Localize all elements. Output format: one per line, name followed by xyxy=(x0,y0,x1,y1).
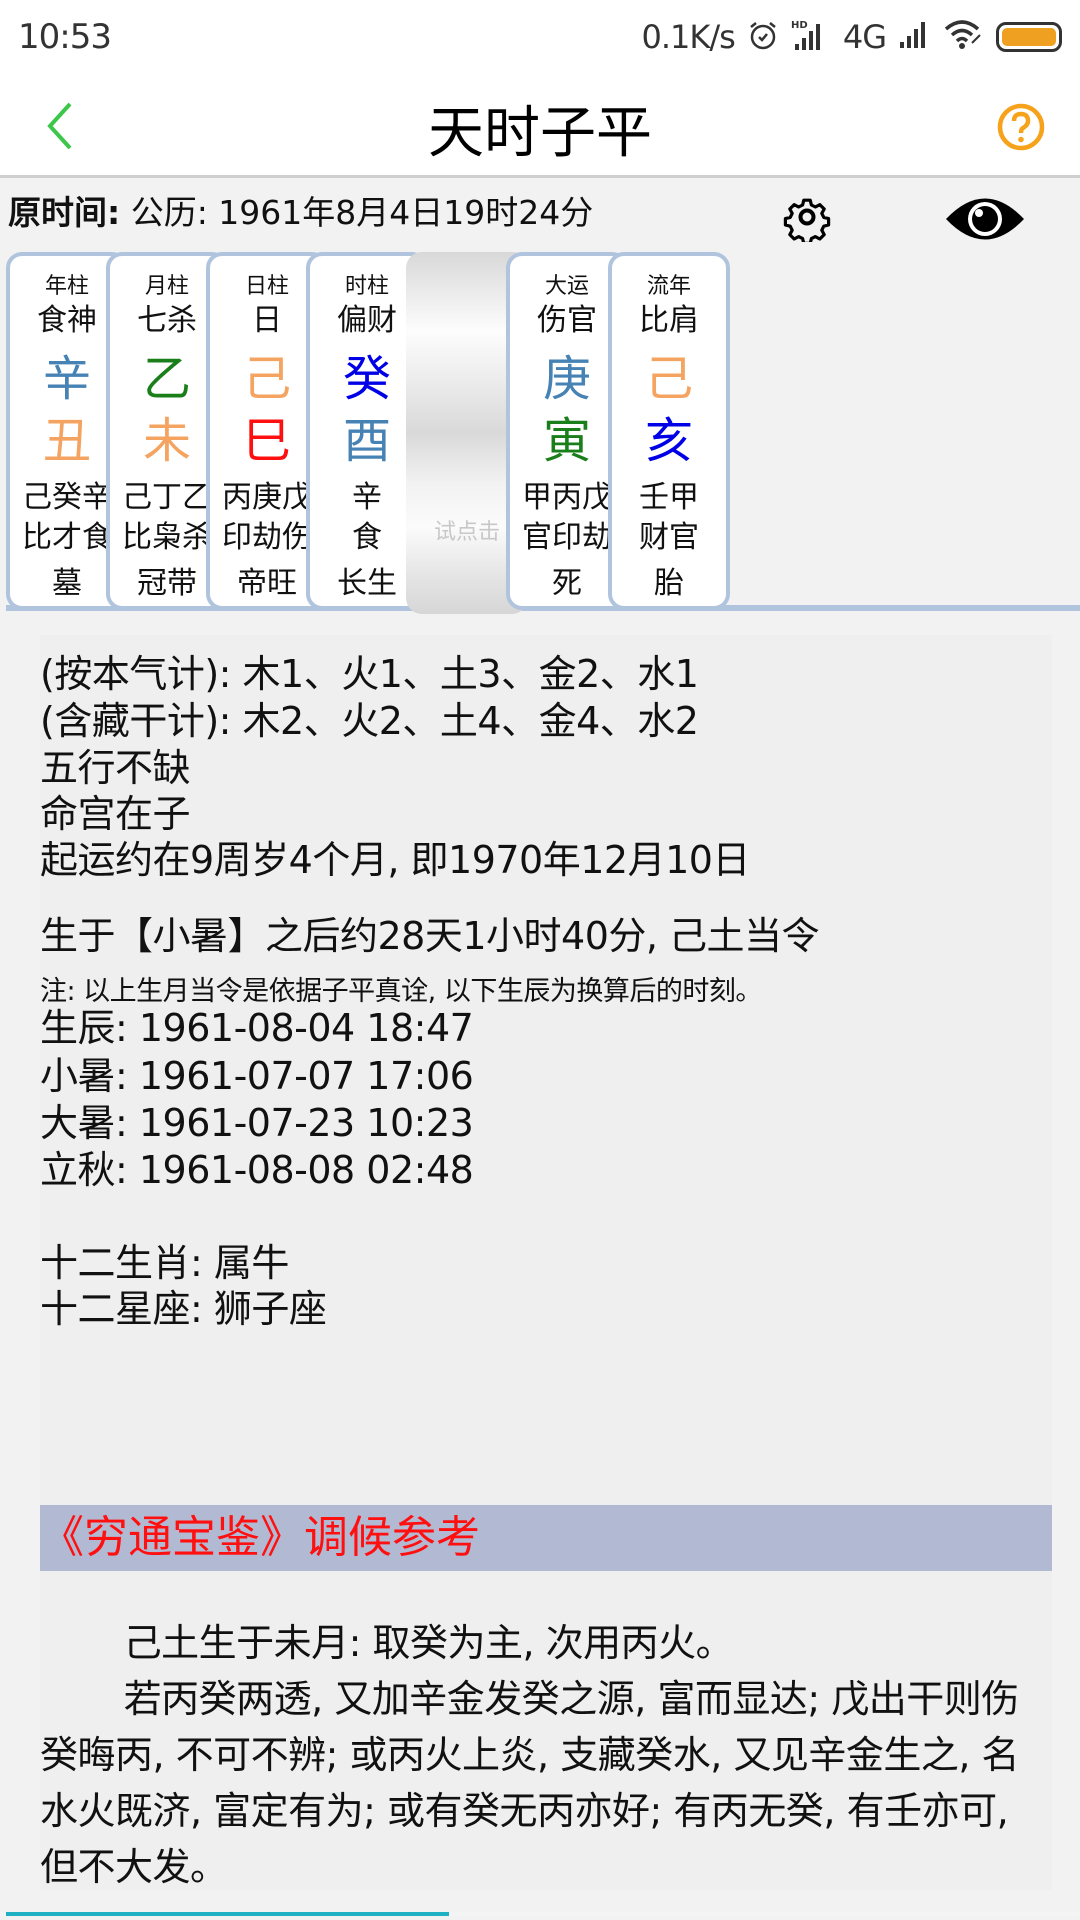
pillar-hidden: 甲丙戊 官印劫 xyxy=(510,478,624,558)
signal-icon xyxy=(898,20,932,54)
pillar-stem: 庚 xyxy=(542,351,591,407)
pillar-phase: 死 xyxy=(552,566,582,601)
alarm-icon xyxy=(747,19,779,55)
pillar-stem: 己 xyxy=(644,351,693,407)
net-speed: 0.1K/s xyxy=(641,18,736,56)
original-time-label: 原时间: xyxy=(8,193,121,232)
pillar-branch: 亥 xyxy=(644,413,693,469)
wifi-icon xyxy=(944,19,984,55)
pillar-header: 大运 xyxy=(544,274,589,299)
view-toggle-button[interactable] xyxy=(944,190,1026,248)
pillar-hidden-stems: 壬甲 xyxy=(639,480,699,515)
pillar-hidden-gods: 官印劫 xyxy=(522,520,612,555)
reference-title: 《穷通宝鉴》调候参考 xyxy=(40,1505,1052,1571)
analysis-panel: (按本气计): 木1、火1、土3、金2、水1 (含藏干计): 木2、火2、土4、… xyxy=(40,635,1052,1890)
pillar-hidden: 壬甲 财官 xyxy=(612,478,726,558)
original-time-value: 公历: 1961年8月4日19时24分 xyxy=(130,193,594,232)
help-button[interactable] xyxy=(996,102,1046,152)
original-time-row: 原时间: 公历: 1961年8月4日19时24分 xyxy=(0,178,1080,248)
pillar-hidden-stems: 甲丙戊 xyxy=(522,480,612,515)
app-header: 天时子平 xyxy=(0,74,1080,178)
birth-time: 生辰: 1961-08-04 18:47 xyxy=(40,1006,474,1050)
svg-text:HD: HD xyxy=(791,20,808,31)
help-circle-icon xyxy=(997,103,1045,151)
term-liqiu: 立秋: 1961-08-08 02:48 xyxy=(40,1148,474,1192)
original-time: 原时间: 公历: 1961年8月4日19时24分 xyxy=(8,186,593,234)
status-time: 10:53 xyxy=(18,17,112,57)
pillar-branch: 寅 xyxy=(542,413,591,469)
pillar-phase: 胎 xyxy=(654,566,684,601)
pillar-header: 流年 xyxy=(646,274,691,299)
pillar-annual[interactable]: 流年 比肩 己 亥 壬甲 财官 胎 xyxy=(608,252,730,610)
pillar-ten-god: 比肩 xyxy=(639,303,699,338)
constellation: 十二星座: 狮子座 xyxy=(40,1287,327,1331)
gear-icon xyxy=(783,198,831,246)
eye-icon xyxy=(946,198,1024,240)
status-bar: 10:53 0.1K/s HD 4G xyxy=(0,0,1080,74)
status-icons: 0.1K/s HD 4G xyxy=(642,18,1062,56)
scroll-progress-bar xyxy=(6,1912,449,1916)
pillar-ten-god: 伤官 xyxy=(537,303,597,338)
page-title: 天时子平 xyxy=(428,101,652,166)
reference-text: 己土生于未月: 取癸为主, 次用丙火。 若丙癸两透, 又加辛金发癸之源, 富而显… xyxy=(40,1615,1052,1895)
battery-icon xyxy=(996,22,1062,52)
hd-signal-icon: HD xyxy=(791,18,831,56)
settings-button[interactable] xyxy=(782,192,832,246)
solar-term: 生于【小暑】之后约28天1小时40分, 己土当令 xyxy=(40,914,820,958)
4g-icon: 4G xyxy=(842,18,887,56)
luck-start: 起运约在9周岁4个月, 即1970年12月10日 xyxy=(40,838,750,882)
battery-level xyxy=(1002,28,1056,46)
reference-paragraph: 若丙癸两透, 又加辛金发癸之源, 富而显达; 戊出干则伤癸晦丙, 不可不辨; 或… xyxy=(40,1677,1020,1889)
pillar-hidden-gods: 财官 xyxy=(639,520,699,555)
reference-paragraph: 己土生于未月: 取癸为主, 次用丙火。 xyxy=(123,1621,734,1665)
bazi-pillars: 年柱 食神 辛 丑 己癸辛 比才食 墓 月柱 七杀 乙 未 己丁乙 比枭杀 冠带… xyxy=(6,252,1080,614)
